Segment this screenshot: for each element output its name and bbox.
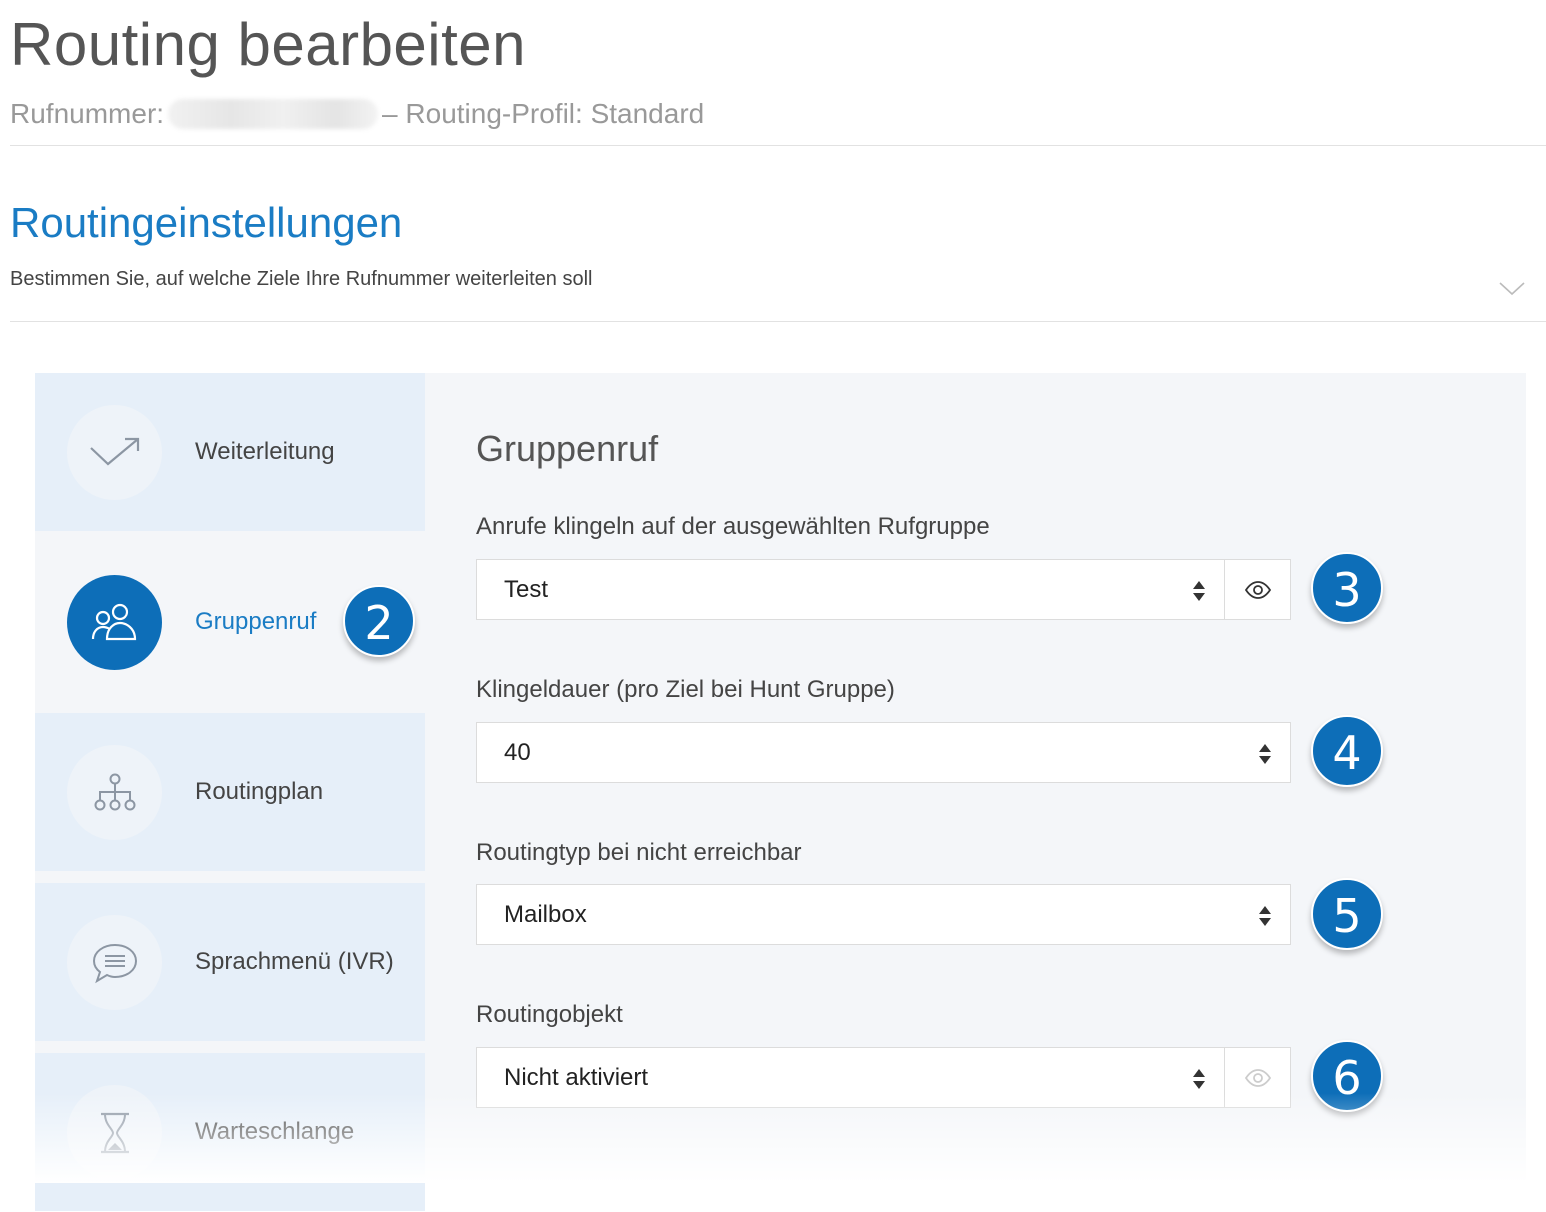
page-subtitle: Rufnummer: – Routing-Profil: Standard: [10, 96, 704, 132]
nav-item-sprachmenue[interactable]: Sprachmenü (IVR): [35, 883, 425, 1041]
step-badge-4: 4: [1311, 715, 1383, 787]
step-badge-5: 5: [1311, 878, 1383, 950]
nav-item-gruppenruf[interactable]: Gruppenruf 2: [35, 543, 425, 701]
section-divider: [10, 321, 1546, 322]
hourglass-icon: [100, 1112, 129, 1153]
org-chart-icon: [94, 773, 135, 810]
redacted-phone-number: [168, 99, 379, 129]
ring-group-view-button[interactable]: [1225, 559, 1291, 620]
nav-icon-circle: [67, 1085, 162, 1180]
group-icon: [91, 603, 136, 640]
arrow-forward-icon: [89, 437, 139, 465]
nav-item-warteschlange[interactable]: Warteschlange: [35, 1053, 425, 1211]
eye-icon: [1244, 1068, 1271, 1087]
routing-object-value: Nicht aktiviert: [504, 1064, 649, 1091]
unreachable-type-label: Routingtyp bei nicht erreichbar: [476, 839, 802, 866]
step-badge-6: 6: [1311, 1040, 1383, 1112]
nav-item-routingplan[interactable]: Routingplan: [35, 713, 425, 871]
nav-icon-circle: [67, 915, 162, 1010]
select-arrows-icon: [1259, 906, 1271, 926]
routing-profile-text: – Routing-Profil: Standard: [382, 98, 705, 129]
routing-panel: Weiterleitung Gruppenruf 2 Routingplan S…: [35, 373, 1526, 1211]
page-title: Routing bearbeiten: [10, 11, 527, 78]
unreachable-type-select[interactable]: Mailbox: [476, 884, 1291, 945]
nav-icon-circle: [67, 405, 162, 500]
nav-label: Routingplan: [195, 778, 324, 805]
select-arrows-icon: [1193, 1069, 1205, 1089]
select-arrows-icon: [1193, 581, 1205, 601]
eye-icon: [1244, 580, 1271, 599]
select-arrows-icon: [1259, 744, 1271, 764]
routing-object-select[interactable]: Nicht aktiviert: [476, 1047, 1225, 1108]
step-badge-3: 3: [1311, 552, 1383, 624]
nav-item-weiterleitung[interactable]: Weiterleitung: [35, 373, 425, 531]
ring-group-value: Test: [504, 576, 549, 603]
step-badge-2: 2: [343, 585, 415, 657]
routing-object-view-button: [1225, 1047, 1291, 1108]
ring-group-label: Anrufe klingeln auf der ausgewählten Ruf…: [476, 513, 990, 540]
nav-label: Warteschlange: [195, 1118, 355, 1145]
section-title: Routingeinstellungen: [10, 199, 403, 246]
form-title: Gruppenruf: [476, 428, 659, 469]
unreachable-type-value: Mailbox: [504, 901, 587, 928]
ring-duration-value: 40: [504, 739, 531, 766]
nav-label: Weiterleitung: [195, 438, 335, 465]
speech-bubble-icon: [92, 943, 137, 983]
routing-object-label: Routingobjekt: [476, 1001, 623, 1028]
nav-label: Gruppenruf: [195, 608, 317, 635]
nav-icon-circle: [67, 575, 162, 670]
ring-group-select[interactable]: Test: [476, 559, 1225, 620]
chevron-down-icon[interactable]: [1498, 278, 1526, 298]
section-description: Bestimmen Sie, auf welche Ziele Ihre Ruf…: [10, 268, 593, 290]
nav-icon-circle: [67, 745, 162, 840]
nav-label: Sprachmenü (IVR): [195, 948, 394, 975]
ring-duration-label: Klingeldauer (pro Ziel bei Hunt Gruppe): [476, 676, 895, 703]
phone-number-label: Rufnummer:: [10, 98, 165, 129]
header-divider: [10, 145, 1546, 146]
ring-duration-select[interactable]: 40: [476, 722, 1291, 783]
